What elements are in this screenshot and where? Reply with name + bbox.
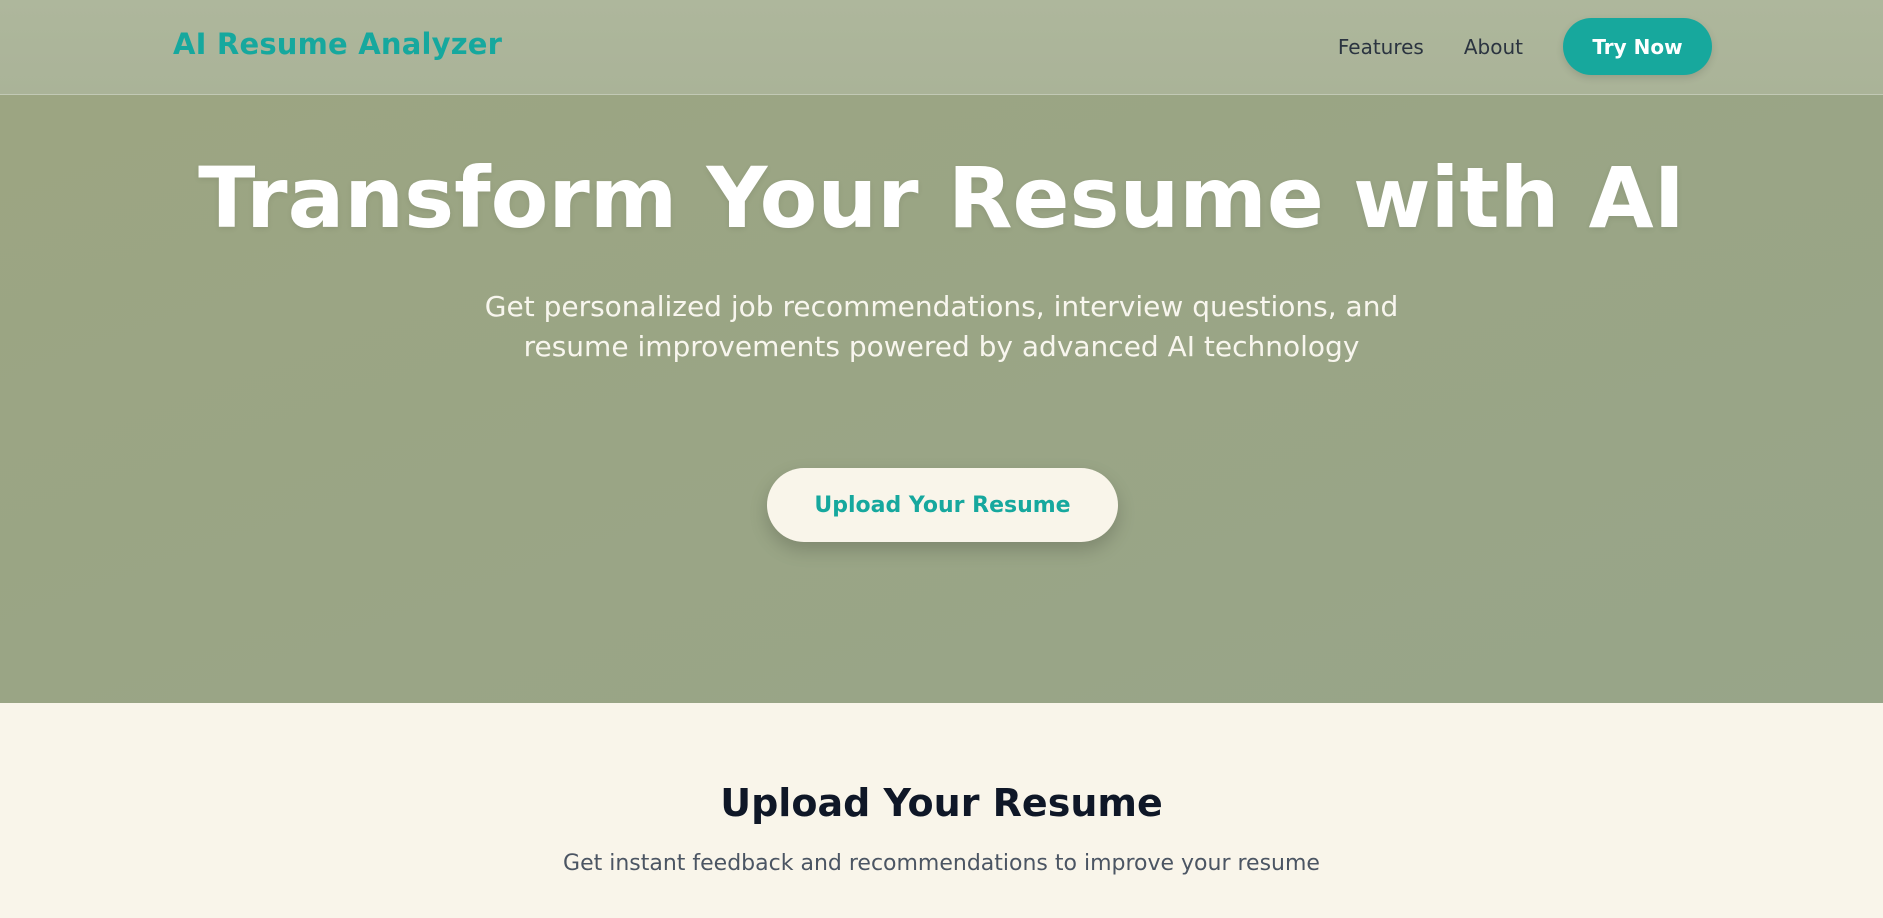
upload-section: Upload Your Resume Get instant feedback …: [0, 703, 1883, 918]
nav-link-features[interactable]: Features: [1338, 35, 1424, 59]
brand-logo[interactable]: AI Resume Analyzer: [173, 27, 502, 61]
page: AI Resume Analyzer Features About Try No…: [0, 0, 1883, 918]
upload-section-subtitle: Get instant feedback and recommendations…: [563, 851, 1320, 876]
hero-section: Transform Your Resume with AI Get person…: [0, 95, 1883, 703]
top-navbar: AI Resume Analyzer Features About Try No…: [0, 0, 1883, 95]
nav-link-about[interactable]: About: [1464, 35, 1523, 59]
hero-subtitle: Get personalized job recommendations, in…: [484, 290, 1399, 363]
hero-title: Transform Your Resume with AI: [198, 149, 1685, 247]
try-now-button[interactable]: Try Now: [1563, 18, 1712, 75]
upload-section-title: Upload Your Resume: [720, 781, 1163, 825]
main-nav: Features About Try Now: [1338, 18, 1712, 75]
upload-resume-button[interactable]: Upload Your Resume: [767, 468, 1118, 542]
